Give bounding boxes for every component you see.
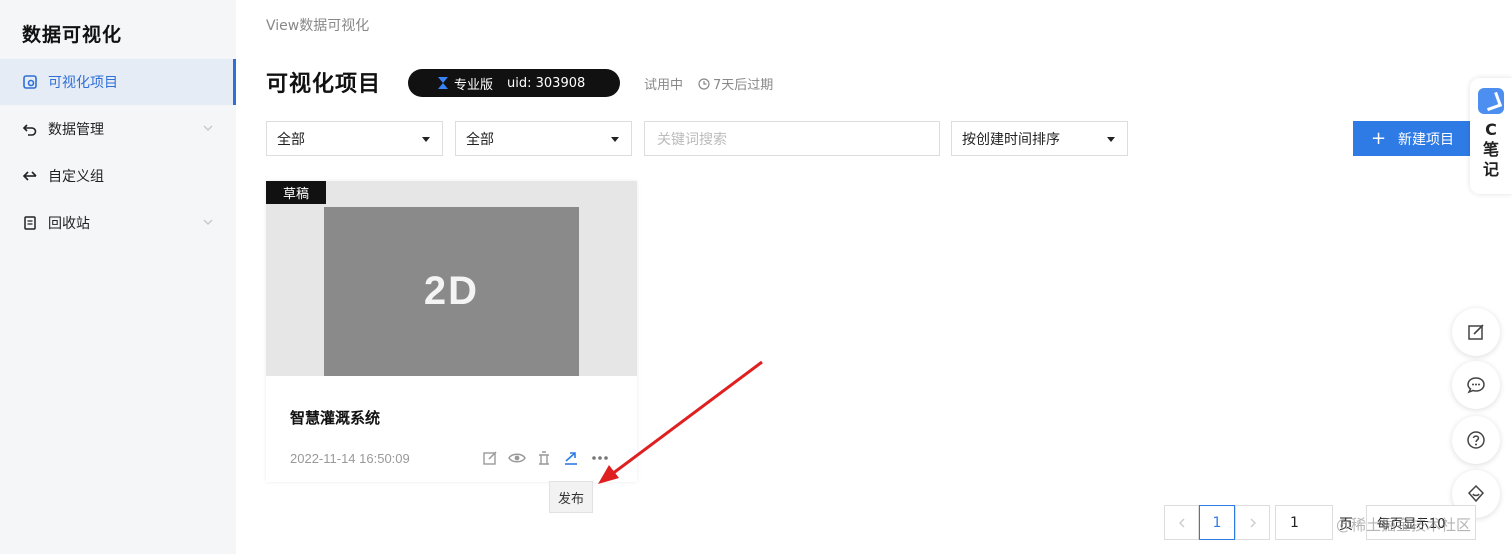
chevron-right-icon bbox=[1250, 518, 1256, 527]
status-badge: 草稿 bbox=[266, 181, 326, 204]
new-project-label: 新建项目 bbox=[1398, 131, 1455, 148]
sort-select[interactable]: 按创建时间排序 bbox=[951, 121, 1128, 156]
preview-eye-icon[interactable] bbox=[508, 449, 526, 467]
sidebar: 数据可视化 可视化项目 数据管理 自定义组 回收站 bbox=[0, 0, 236, 554]
more-icon[interactable] bbox=[591, 449, 609, 467]
project-name: 智慧灌溉系统 bbox=[290, 409, 381, 427]
trial-status: 试用中 bbox=[644, 78, 684, 93]
publish-tooltip: 发布 bbox=[549, 481, 593, 513]
badge-label: 专业版 bbox=[454, 77, 494, 93]
filter-value: 全部 bbox=[466, 131, 494, 148]
chevron-down-icon bbox=[203, 125, 213, 131]
cnote-panel[interactable]: C笔记 bbox=[1470, 78, 1512, 194]
project-thumbnail[interactable]: 2D bbox=[266, 181, 637, 376]
sidebar-item-label: 自定义组 bbox=[48, 169, 104, 185]
cnote-label: C笔记 bbox=[1482, 120, 1499, 179]
project-card[interactable]: 2D 草稿 智慧灌溉系统 2022-11-14 16:50:09 bbox=[266, 181, 637, 482]
pro-badge[interactable]: 专业版 uid: 303908 bbox=[408, 69, 620, 97]
cnote-logo-icon bbox=[1478, 88, 1504, 114]
brand-title: 数据可视化 bbox=[22, 24, 123, 46]
plus-icon: + bbox=[1370, 127, 1387, 149]
caret-down-icon bbox=[422, 137, 430, 142]
expire-info: 7天后过期 bbox=[698, 74, 773, 93]
sidebar-item-groups[interactable]: 自定义组 bbox=[0, 153, 236, 199]
clock-icon bbox=[698, 77, 710, 90]
sort-value: 按创建时间排序 bbox=[962, 131, 1060, 148]
caret-down-icon bbox=[1107, 137, 1115, 142]
sidebar-item-label: 回收站 bbox=[48, 216, 90, 232]
page-number-button[interactable]: 1 bbox=[1199, 505, 1235, 540]
page-title: 可视化项目 bbox=[266, 72, 382, 97]
merge-arrows-icon bbox=[22, 168, 38, 184]
prev-page-button[interactable] bbox=[1164, 505, 1199, 540]
undo-arrow-icon bbox=[22, 121, 38, 137]
search-input[interactable]: 关键词搜索 bbox=[644, 121, 940, 156]
hourglass-icon bbox=[438, 77, 448, 89]
thumbnail-placeholder: 2D bbox=[324, 207, 579, 376]
filter-value: 全部 bbox=[277, 131, 305, 148]
filter-select-1[interactable]: 全部 bbox=[266, 121, 443, 156]
publish-arrow-icon[interactable] bbox=[562, 449, 580, 467]
chevron-down-icon bbox=[203, 219, 213, 225]
comment-icon[interactable] bbox=[1452, 361, 1500, 409]
page-jump-input[interactable]: 1 bbox=[1275, 505, 1333, 540]
sidebar-item-data[interactable]: 数据管理 bbox=[0, 106, 236, 152]
edit-icon[interactable] bbox=[481, 449, 499, 467]
breadcrumb[interactable]: View数据可视化 bbox=[266, 15, 369, 35]
chevron-left-icon bbox=[1178, 518, 1184, 527]
help-icon[interactable] bbox=[1452, 416, 1500, 464]
watermark: @稀土掘金技术社区 bbox=[1336, 516, 1472, 534]
dashboard-icon bbox=[22, 74, 38, 90]
sidebar-item-projects[interactable]: 可视化项目 bbox=[0, 59, 236, 105]
filter-select-2[interactable]: 全部 bbox=[455, 121, 632, 156]
expire-text: 7天后过期 bbox=[713, 78, 774, 93]
caret-down-icon bbox=[611, 137, 619, 142]
badge-uid: uid: 303908 bbox=[507, 75, 586, 91]
edit-note-icon[interactable] bbox=[1452, 308, 1500, 356]
project-date: 2022-11-14 16:50:09 bbox=[290, 451, 410, 466]
copy-icon[interactable] bbox=[535, 449, 553, 467]
new-project-button[interactable]: + 新建项目 bbox=[1353, 121, 1472, 156]
next-page-button[interactable] bbox=[1235, 505, 1270, 540]
sidebar-item-label: 可视化项目 bbox=[48, 75, 118, 91]
sidebar-item-recycle[interactable]: 回收站 bbox=[0, 200, 236, 246]
document-icon bbox=[22, 215, 38, 231]
sidebar-item-label: 数据管理 bbox=[48, 122, 104, 138]
